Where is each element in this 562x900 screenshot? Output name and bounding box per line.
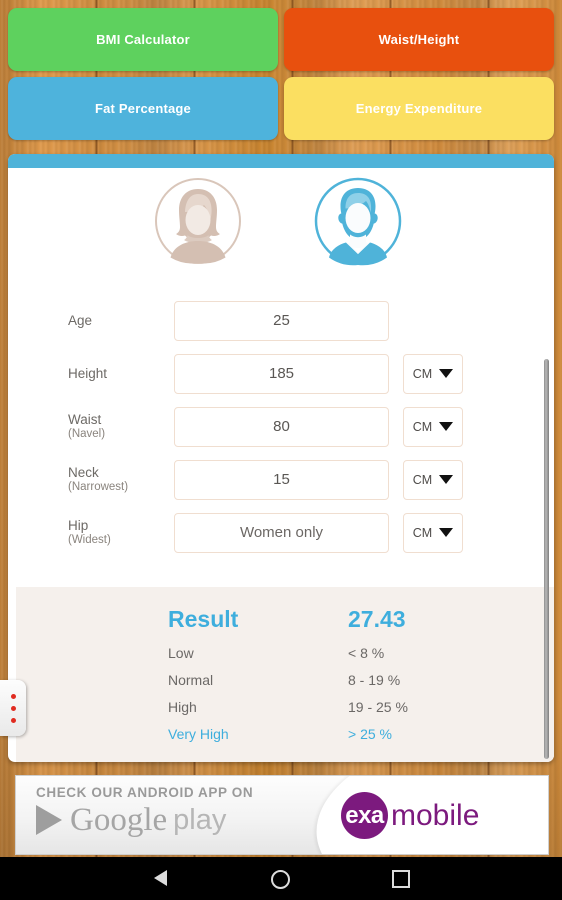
male-avatar-icon: [314, 177, 402, 266]
height-value: 185: [268, 365, 295, 382]
chevron-down-icon: [439, 422, 454, 431]
neck-input[interactable]: 15: [174, 459, 389, 500]
google-play-triangle-icon: [36, 805, 62, 835]
result-row-low: Low < 8 %: [16, 639, 554, 666]
unit-label: CM: [412, 419, 433, 434]
card-top-accent-bar: [8, 154, 554, 168]
exa-badge: exa: [341, 792, 388, 839]
age-value: 25: [273, 312, 290, 329]
unit-label: CM: [412, 472, 433, 487]
exa-mobile-logo: exa mobile: [341, 792, 479, 839]
field-sublabel: (Narrowest): [68, 480, 129, 493]
result-row-high: High 19 - 25 %: [16, 693, 554, 720]
field-label: Neck (Narrowest): [68, 465, 174, 495]
category-label: BMI Calculator: [96, 32, 190, 47]
hip-input[interactable]: Women only: [174, 512, 389, 553]
result-category-label: Normal: [168, 671, 214, 688]
waist-value: 80: [273, 418, 290, 435]
measurement-form: Age 25 Height 185 CM Waist (Navel) 80 CM…: [8, 294, 554, 559]
result-category-range: < 8 %: [348, 644, 385, 661]
chevron-down-icon: [439, 475, 454, 484]
side-menu-handle[interactable]: [0, 680, 26, 736]
category-button-fat-percentage[interactable]: Fat Percentage: [8, 77, 278, 140]
ad-banner[interactable]: CHECK OUR ANDROID APP ON Google play exa…: [15, 775, 549, 855]
result-title: Result: [168, 605, 239, 632]
category-label: Energy Expenditure: [355, 101, 483, 116]
handle-dot-icon: [10, 717, 16, 723]
field-label-text: Hip: [68, 517, 89, 533]
ad-headline: CHECK OUR ANDROID APP ON: [36, 785, 254, 800]
calculator-card: Age 25 Height 185 CM Waist (Navel) 80 CM…: [8, 154, 554, 762]
field-label-text: Age: [68, 313, 93, 328]
field-sublabel: (Navel): [68, 427, 106, 440]
back-button-icon[interactable]: [154, 870, 167, 886]
height-unit-dropdown[interactable]: CM: [403, 353, 463, 394]
form-row-hip: Hip (Widest) Women only CM: [8, 506, 554, 559]
field-label: Height: [68, 366, 174, 381]
neck-unit-dropdown[interactable]: CM: [403, 459, 463, 500]
neck-value: 15: [273, 471, 290, 488]
category-button-bmi-calculator[interactable]: BMI Calculator: [8, 8, 278, 71]
result-category-label: Very High: [168, 725, 229, 742]
category-button-waist-height[interactable]: Waist/Height: [284, 8, 554, 71]
waist-input[interactable]: 80: [174, 406, 389, 447]
result-category-label: High: [168, 698, 197, 715]
play-wordmark: play: [173, 804, 227, 836]
category-label: Waist/Height: [378, 32, 460, 47]
android-navigation-bar: [0, 857, 562, 900]
vertical-scrollbar[interactable]: [544, 359, 549, 759]
gender-selector: [8, 176, 554, 276]
form-row-waist: Waist (Navel) 80 CM: [8, 400, 554, 453]
unit-label: CM: [412, 366, 433, 381]
age-input[interactable]: 25: [174, 300, 389, 341]
recents-button-icon[interactable]: [392, 870, 410, 888]
form-row-age: Age 25: [8, 294, 554, 347]
field-label: Age: [68, 313, 174, 328]
field-label: Hip (Widest): [68, 518, 174, 548]
result-header-row: Result 27.43: [16, 599, 554, 639]
result-category-range: > 25 %: [348, 725, 392, 742]
chevron-down-icon: [439, 369, 454, 378]
field-label: Waist (Navel): [68, 412, 174, 442]
form-row-neck: Neck (Narrowest) 15 CM: [8, 453, 554, 506]
female-avatar-icon: [155, 178, 241, 264]
hip-placeholder: Women only: [239, 524, 324, 541]
form-row-height: Height 185 CM: [8, 347, 554, 400]
home-button-icon[interactable]: [271, 870, 290, 889]
mobile-wordmark: mobile: [391, 798, 480, 832]
chevron-down-icon: [439, 528, 454, 537]
category-button-energy-expenditure[interactable]: Energy Expenditure: [284, 77, 554, 140]
height-input[interactable]: 185: [174, 353, 389, 394]
google-wordmark: Google: [70, 802, 168, 838]
result-category-label: Low: [168, 644, 194, 661]
result-value: 27.43: [348, 605, 406, 632]
hip-unit-dropdown[interactable]: CM: [403, 512, 463, 553]
unit-spacer: [403, 302, 461, 340]
screen: BMI Calculator Waist/Height Fat Percenta…: [0, 0, 562, 900]
male-avatar[interactable]: [313, 176, 403, 273]
result-row-normal: Normal 8 - 19 %: [16, 666, 554, 693]
category-label: Fat Percentage: [94, 101, 191, 116]
field-label-text: Neck: [68, 464, 99, 480]
waist-unit-dropdown[interactable]: CM: [403, 406, 463, 447]
unit-label: CM: [412, 525, 433, 540]
handle-dot-icon: [10, 705, 16, 711]
field-label-text: Height: [68, 366, 108, 381]
field-sublabel: (Widest): [68, 533, 111, 546]
google-play-logo: Google play: [36, 803, 253, 837]
field-label-text: Waist: [68, 411, 102, 427]
result-row-very-high: Very High > 25 %: [16, 720, 554, 747]
category-button-grid: BMI Calculator Waist/Height Fat Percenta…: [8, 8, 554, 140]
result-panel: Result 27.43 Low < 8 % Normal 8 - 19 % H…: [16, 587, 554, 762]
ad-left-content: CHECK OUR ANDROID APP ON Google play: [36, 785, 253, 837]
handle-dot-icon: [10, 693, 16, 699]
female-avatar[interactable]: [153, 176, 243, 273]
result-category-range: 8 - 19 %: [348, 671, 401, 688]
result-category-range: 19 - 25 %: [348, 698, 408, 715]
